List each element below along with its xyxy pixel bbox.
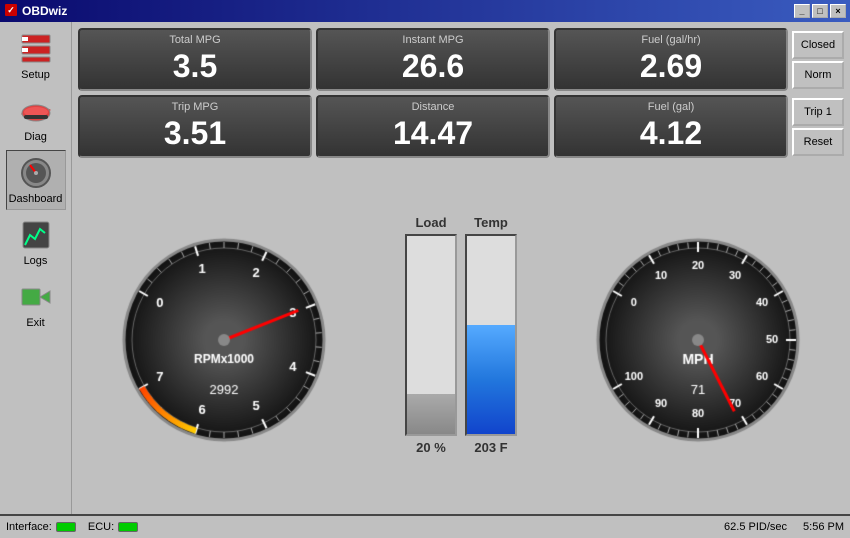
- instant-mpg-value: 26.6: [326, 48, 540, 85]
- metrics-row-1: Total MPG 3.5 Instant MPG 26.6 Fuel (gal…: [78, 28, 844, 91]
- metric-trip-mpg: Trip MPG 3.51: [78, 95, 312, 158]
- sidebar-item-setup[interactable]: Setup: [6, 26, 66, 86]
- metric-fuel-gal: Fuel (gal) 4.12: [554, 95, 788, 158]
- trip1-button[interactable]: Trip 1: [792, 98, 844, 126]
- interface-led: [56, 522, 76, 532]
- ecu-led: [118, 522, 138, 532]
- title-controls: _ □ ×: [794, 4, 846, 18]
- trip-mpg-value: 3.51: [88, 115, 302, 152]
- load-label: Load: [415, 215, 446, 230]
- clock: 5:56 PM: [803, 521, 844, 533]
- bar-gauges-container: Load 20 % Temp 203 F: [405, 215, 517, 455]
- interface-status: Interface:: [6, 521, 76, 533]
- reset-button[interactable]: Reset: [792, 128, 844, 156]
- sidebar-label-logs: Logs: [24, 255, 48, 267]
- metric-fuel-hr: Fuel (gal/hr) 2.69: [554, 28, 788, 91]
- sidebar-item-logs[interactable]: Logs: [6, 212, 66, 272]
- sidebar-label-setup: Setup: [21, 69, 50, 81]
- close-button[interactable]: ×: [830, 4, 846, 18]
- sidebar-item-dashboard[interactable]: Dashboard: [6, 150, 66, 210]
- sidebar-label-dashboard: Dashboard: [9, 193, 63, 205]
- fuel-hr-label: Fuel (gal/hr): [564, 34, 778, 46]
- setup-icon: [18, 31, 54, 67]
- temp-label: Temp: [474, 215, 508, 230]
- metric-total-mpg: Total MPG 3.5: [78, 28, 312, 91]
- total-mpg-value: 3.5: [88, 48, 302, 85]
- gauge-area: Load 20 % Temp 203 F: [78, 162, 844, 508]
- ecu-status: ECU:: [88, 521, 138, 533]
- pid-rate: 62.5 PID/sec: [724, 521, 787, 533]
- diag-icon: [18, 93, 54, 129]
- temp-value: 203 F: [474, 440, 507, 455]
- minimize-button[interactable]: _: [794, 4, 810, 18]
- sidebar: Setup Diag Dashb: [0, 22, 72, 514]
- maximize-button[interactable]: □: [812, 4, 828, 18]
- load-bar-outer: [405, 234, 457, 436]
- title-icon: ✓: [4, 3, 18, 20]
- temp-bar-fill: [467, 325, 515, 434]
- norm-button[interactable]: Norm: [792, 61, 844, 89]
- fuel-gal-value: 4.12: [564, 115, 778, 152]
- temp-gauge: Temp 203 F: [465, 215, 517, 455]
- closed-button[interactable]: Closed: [792, 31, 844, 59]
- metrics-row-2: Trip MPG 3.51 Distance 14.47 Fuel (gal) …: [78, 95, 844, 158]
- content-area: Total MPG 3.5 Instant MPG 26.6 Fuel (gal…: [72, 22, 850, 514]
- metric-distance: Distance 14.47: [316, 95, 550, 158]
- total-mpg-label: Total MPG: [88, 34, 302, 46]
- exit-icon: [18, 279, 54, 315]
- title-bar: ✓ OBDwiz _ □ ×: [0, 0, 850, 22]
- status-bar: Interface: ECU: 62.5 PID/sec 5:56 PM: [0, 514, 850, 538]
- app-title: OBDwiz: [22, 4, 67, 18]
- side-buttons-1: Closed Norm: [792, 28, 844, 91]
- rpm-gauge: [114, 225, 334, 445]
- speed-gauge: [588, 225, 808, 445]
- status-right: 62.5 PID/sec 5:56 PM: [724, 521, 844, 533]
- sidebar-item-exit[interactable]: Exit: [6, 274, 66, 334]
- distance-label: Distance: [326, 101, 540, 113]
- instant-mpg-label: Instant MPG: [326, 34, 540, 46]
- logs-icon: [18, 217, 54, 253]
- side-buttons-2: Trip 1 Reset: [792, 95, 844, 158]
- sidebar-label-diag: Diag: [24, 131, 47, 143]
- trip-mpg-label: Trip MPG: [88, 101, 302, 113]
- load-value: 20 %: [416, 440, 446, 455]
- sidebar-item-diag[interactable]: Diag: [6, 88, 66, 148]
- dashboard-icon: [18, 155, 54, 191]
- svg-text:✓: ✓: [7, 5, 15, 15]
- interface-label: Interface:: [6, 521, 52, 533]
- metric-instant-mpg: Instant MPG 26.6: [316, 28, 550, 91]
- load-gauge: Load 20 %: [405, 215, 457, 455]
- ecu-label: ECU:: [88, 521, 114, 533]
- sidebar-label-exit: Exit: [26, 317, 44, 329]
- fuel-gal-label: Fuel (gal): [564, 101, 778, 113]
- fuel-hr-value: 2.69: [564, 48, 778, 85]
- load-bar-fill: [407, 394, 455, 434]
- distance-value: 14.47: [326, 115, 540, 152]
- temp-bar-outer: [465, 234, 517, 436]
